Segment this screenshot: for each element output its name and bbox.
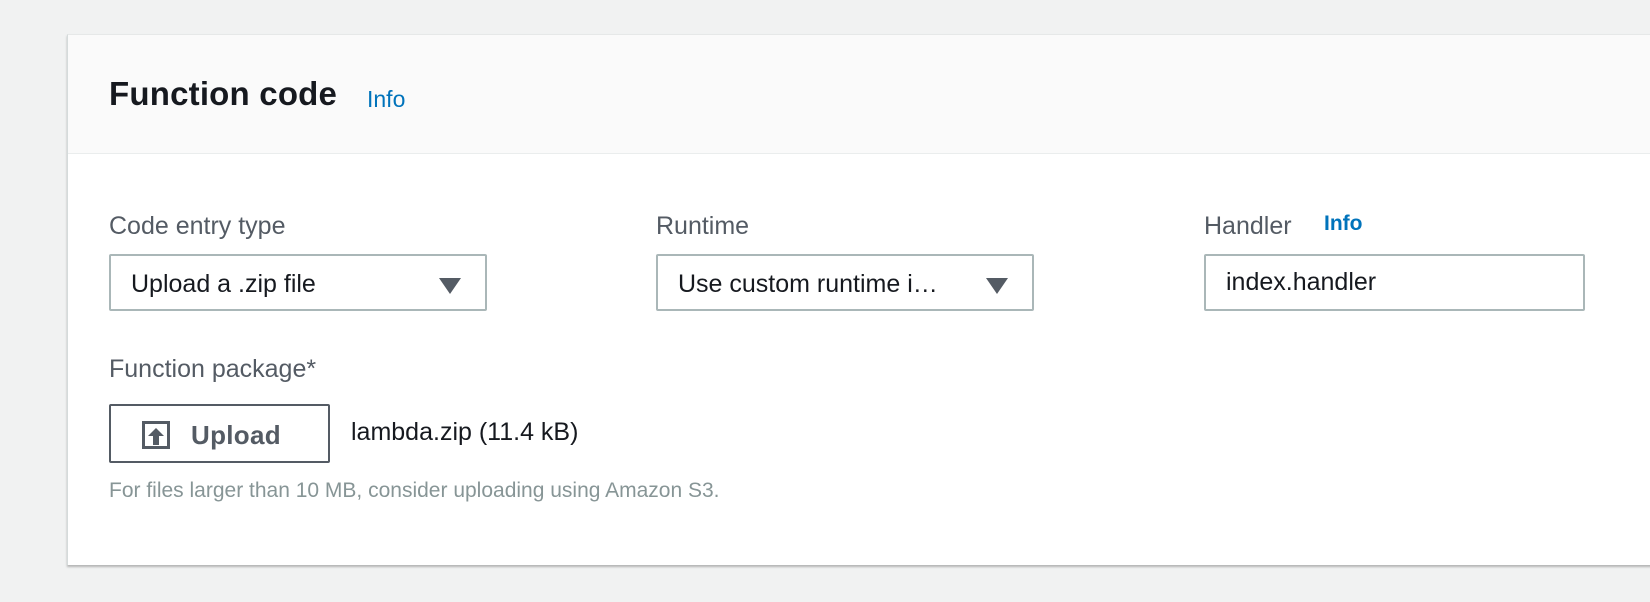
- upload-button-label: Upload: [191, 420, 281, 450]
- function-code-info-link[interactable]: Info: [367, 86, 405, 113]
- caret-down-icon: [439, 278, 461, 294]
- uploaded-file-name: lambda.zip (11.4 kB): [351, 418, 579, 446]
- handler-label: Handler: [1204, 212, 1292, 240]
- code-entry-type-value: Upload a .zip file: [131, 270, 316, 298]
- caret-down-icon: [986, 278, 1008, 294]
- panel-header: Function code Info: [68, 35, 1650, 154]
- handler-input[interactable]: [1204, 254, 1585, 311]
- panel-title: Function code: [109, 75, 338, 112]
- runtime-select[interactable]: Use custom runtime i…: [656, 254, 1034, 311]
- runtime-label: Runtime: [656, 212, 750, 240]
- code-entry-type-label: Code entry type: [109, 212, 286, 240]
- function-package-label: Function package*: [109, 355, 317, 383]
- code-entry-type-select[interactable]: Upload a .zip file: [109, 254, 487, 311]
- upload-button[interactable]: Upload: [109, 404, 330, 463]
- function-code-panel: Function code Info Code entry type Uploa…: [67, 34, 1650, 565]
- runtime-value: Use custom runtime i…: [678, 270, 938, 298]
- upload-icon: [142, 421, 170, 449]
- handler-info-link[interactable]: Info: [1324, 212, 1362, 236]
- upload-hint-text: For files larger than 10 MB, consider up…: [109, 479, 720, 502]
